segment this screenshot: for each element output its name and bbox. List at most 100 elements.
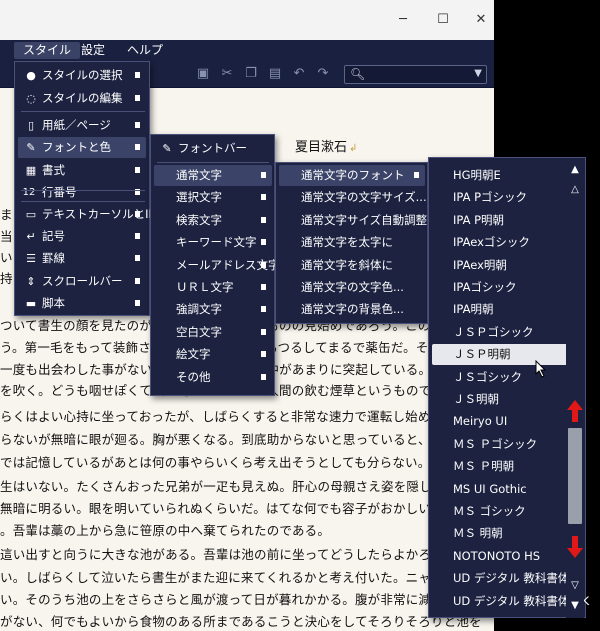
menu-settings[interactable]: 設定 [72, 42, 114, 59]
normal-menu-item[interactable]: 通常文字のフォント [279, 165, 425, 186]
submenu-arrow-icon [261, 172, 266, 178]
font-menu-label: 強調文字 [176, 302, 222, 317]
style-menu-label: 書式 [42, 163, 65, 177]
paste-icon[interactable]: ▤ [268, 67, 282, 81]
font-option[interactable]: IPAゴシック [432, 277, 564, 298]
menu-separator [157, 162, 269, 163]
submenu-arrow-icon [135, 167, 140, 173]
grid-icon: ▦ [25, 164, 37, 177]
scroll-bottom-icon[interactable]: ▼ [570, 600, 580, 612]
submenu-arrow-icon [261, 373, 266, 380]
style-menu-item[interactable]: ▦ 書式 [18, 160, 146, 181]
normal-menu-item[interactable]: 通常文字を太字に [279, 232, 425, 253]
font-color-submenu: ✎ フォントバー通常文字選択文字 検索文字 キーワード文字 メールアドレス文字 ＵＲＬ文字… [150, 134, 280, 396]
font-option-label: MS UI Gothic [453, 481, 527, 496]
font-option[interactable]: MS UI Gothic [432, 479, 564, 500]
font-option[interactable]: ＭＳ ゴシック [432, 501, 564, 522]
normal-menu-item[interactable]: 通常文字の文字サイズ... [279, 187, 427, 208]
font-option-label: NOTONOTO HS [453, 548, 541, 563]
font-menu-item[interactable]: キーワード文字 [154, 232, 272, 253]
scrollbar-thumb[interactable] [568, 428, 582, 524]
style-menu-item[interactable]: ▭ テキストカーソルとIME [18, 204, 166, 225]
normal-text-submenu: 通常文字のフォント 通常文字の文字サイズ... 通常文字サイズ自動調整通常文字を太字… [275, 162, 428, 324]
normal-menu-label: 通常文字の文字色... [301, 280, 404, 294]
scroll-down-icon[interactable]: ▽ [570, 580, 580, 592]
style-menu-item[interactable]: ● スタイルの選択 [18, 65, 146, 86]
submenu-arrow-icon [261, 216, 266, 223]
font-brush-icon: ✎ [162, 142, 172, 155]
menu-style[interactable]: スタイル [14, 42, 81, 59]
style-menu-item[interactable]: ▬ 脚本 [18, 293, 146, 314]
normal-menu-item[interactable]: 通常文字の背景色... [279, 299, 425, 320]
font-option[interactable]: NOTONOTO HS [432, 546, 564, 567]
maximize-icon[interactable]: ☐ [436, 13, 450, 27]
font-option[interactable]: UD デジタル 教科書体 N [432, 568, 582, 589]
font-option-label: ＭＳ ゴシック [453, 504, 526, 518]
style-dropdown: ● スタイルの選択 ◌ スタイルの編集 ▯ 用紙／ページ ✎ フォントと色 ▦ 書式 12 行番号 ▭ テ… [14, 61, 166, 316]
cut-icon[interactable]: ✂ [220, 67, 234, 81]
font-option[interactable]: IPA明朝 [432, 299, 564, 320]
font-menu-item[interactable]: 検索文字 [154, 210, 272, 231]
title-bar: ─ ☐ ✕ [0, 0, 494, 40]
font-option[interactable]: ＭＳ 明朝 [432, 523, 564, 544]
scroll-up-icon[interactable]: △ [570, 184, 580, 196]
search-input[interactable] [365, 67, 465, 82]
font-list-dropdown: HG明朝E IPA Pゴシック IPA P明朝 IPAexゴシック IPAex明朝 IPA… [428, 157, 589, 618]
style-menu-label: 脚本 [42, 296, 65, 310]
style-menu-item[interactable]: ☰ 罫線 [18, 248, 146, 269]
font-option[interactable]: HG明朝E [432, 165, 564, 186]
font-option[interactable]: IPAex明朝 [432, 255, 564, 276]
search-box[interactable]: 🔍︎ ▼ [344, 65, 487, 84]
font-menu-item[interactable]: 通常文字 [154, 165, 272, 186]
normal-menu-item[interactable]: 通常文字を斜体に [279, 255, 425, 276]
redo-icon[interactable]: ↷ [316, 67, 330, 81]
style-menu-label: フォントと色 [42, 140, 111, 154]
document-line: 。吾輩は藁の上から急に笹原の中へ棄てられたのである。 [0, 523, 331, 538]
font-option-label: IPA P明朝 [453, 212, 505, 227]
menu-help[interactable]: ヘルプ [118, 42, 172, 59]
font-option[interactable]: ＪＳ明朝 [432, 389, 564, 410]
font-option[interactable]: ＭＳ Ｐゴシック [432, 434, 564, 455]
font-menu-item[interactable]: ＵＲＬ文字 [154, 277, 272, 298]
style-menu-label: 用紙／ページ [42, 118, 111, 132]
submenu-arrow-icon [135, 122, 140, 128]
style-menu-item[interactable]: ⇕ スクロールバー [18, 271, 146, 292]
font-option[interactable]: ＪＳＰゴシック [432, 322, 564, 343]
font-option[interactable]: UD デジタル 教科書体 NK [432, 591, 589, 612]
font-option[interactable]: ＪＳＰ明朝 [432, 344, 582, 366]
font-menu-item[interactable]: その他 [154, 367, 272, 388]
font-menu-item[interactable]: 絵文字 [154, 344, 272, 365]
undo-icon[interactable]: ↶ [292, 67, 306, 81]
normal-menu-label: 通常文字を太字に [301, 235, 393, 250]
mouse-cursor-icon [535, 360, 547, 378]
style-menu-item[interactable]: ▯ 用紙／ページ [18, 115, 146, 136]
font-option[interactable]: IPAexゴシック [432, 232, 564, 253]
document-line: では記憶しているがあとは何の事やらいくら考え出そうとしても分らない。 [0, 455, 431, 470]
style-menu-item[interactable]: ◌ スタイルの編集 [18, 88, 146, 109]
document-line: 生はいない。たくさんおった兄弟が一疋も見えぬ。肝心の母親さえ姿を隠してしまっ [0, 479, 482, 494]
font-option[interactable]: ＭＳ Ｐ明朝 [432, 456, 564, 477]
submenu-arrow-icon [261, 261, 266, 268]
font-bar-item[interactable]: ✎ フォントバー [154, 138, 272, 159]
close-icon[interactable]: ✕ [474, 13, 488, 27]
font-menu-item[interactable]: メールアドレス文字 [154, 255, 280, 276]
style-menu-item[interactable]: ↵ 記号 [18, 226, 146, 247]
font-menu-item[interactable]: 選択文字 [154, 187, 272, 208]
minimize-icon[interactable]: ─ [396, 13, 410, 27]
style-menu-item[interactable]: 12 行番号 [18, 182, 146, 203]
style-menu-item[interactable]: ✎ フォントと色 [18, 137, 146, 158]
save-icon[interactable]: ▣ [196, 67, 210, 81]
scroll-top-icon[interactable]: ▲ [570, 164, 580, 176]
font-option[interactable]: IPA Pゴシック [432, 187, 564, 208]
normal-menu-item[interactable]: 通常文字サイズ自動調整 [279, 210, 427, 231]
font-menu-label: 通常文字 [176, 168, 222, 182]
font-option[interactable]: IPA P明朝 [432, 210, 564, 231]
copy-icon[interactable]: ❐ [244, 67, 258, 81]
font-menu-item[interactable]: 強調文字 [154, 299, 272, 320]
font-option-label: ＪＳゴシック [453, 369, 522, 384]
scrollbar[interactable]: ▲ △ ▽ ▼ [566, 158, 584, 618]
chevron-down-icon[interactable]: ▼ [474, 68, 482, 79]
font-menu-item[interactable]: 空白文字 [154, 322, 272, 343]
font-option[interactable]: Meiryo UI [432, 411, 564, 432]
normal-menu-item[interactable]: 通常文字の文字色... [279, 277, 425, 298]
